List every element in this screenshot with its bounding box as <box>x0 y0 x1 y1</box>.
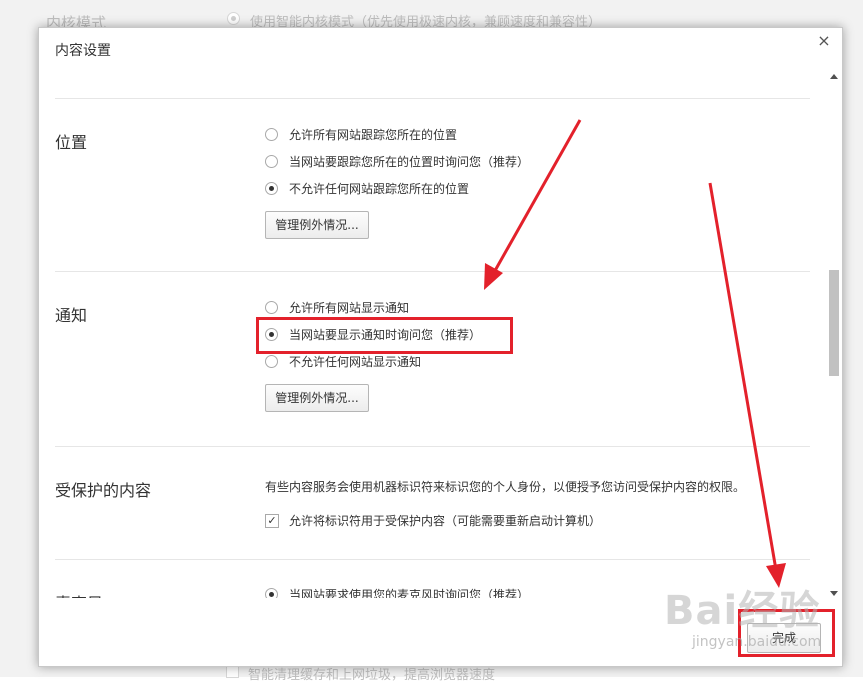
arrow-to-done-button <box>708 182 786 588</box>
watermark-logo: Bai经验 <box>664 588 821 634</box>
annotation-arrows <box>484 119 786 588</box>
watermark-site: jingyan.baidu.com <box>692 634 822 650</box>
arrow-to-notification-option <box>484 119 582 290</box>
